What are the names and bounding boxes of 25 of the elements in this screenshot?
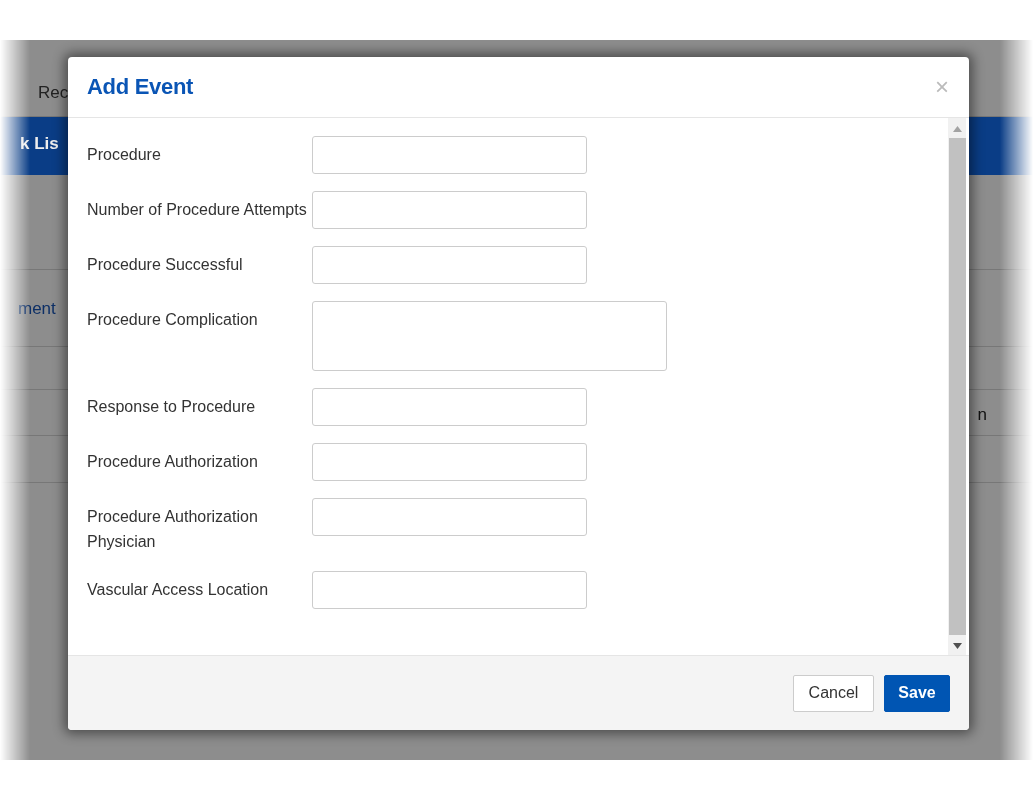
table-link[interactable]: ment bbox=[0, 299, 56, 318]
input-field[interactable] bbox=[312, 498, 587, 536]
nav-link[interactable]: Rec bbox=[38, 83, 69, 102]
field-label: Procedure Authorization Physician bbox=[87, 507, 259, 552]
field-label: Procedure Successful bbox=[87, 255, 244, 275]
dialog-title: Add Event bbox=[87, 73, 194, 101]
input-field[interactable] bbox=[312, 388, 587, 426]
table-cell: n bbox=[977, 405, 987, 424]
field-label: Procedure bbox=[87, 145, 162, 165]
field-label: Procedure Complication bbox=[87, 310, 259, 330]
scroll-up-icon[interactable] bbox=[952, 126, 962, 132]
save-button[interactable]: Save bbox=[884, 674, 950, 712]
field-label: Number of Procedure Attempts bbox=[87, 200, 308, 220]
input-field[interactable] bbox=[312, 571, 587, 609]
input-field[interactable] bbox=[312, 191, 587, 229]
input-field[interactable] bbox=[312, 443, 587, 481]
cancel-button[interactable]: Cancel bbox=[793, 674, 874, 712]
input-field[interactable] bbox=[312, 246, 587, 284]
input-field[interactable] bbox=[312, 136, 587, 174]
scroll-down-icon[interactable] bbox=[952, 643, 962, 649]
field-label: Response to Procedure bbox=[87, 397, 257, 417]
field-label: Procedure Authorization bbox=[87, 452, 259, 472]
banner-title: k Lis bbox=[20, 134, 59, 153]
field-label: Vascular Access Location bbox=[87, 580, 270, 600]
text-area[interactable] bbox=[312, 301, 667, 371]
